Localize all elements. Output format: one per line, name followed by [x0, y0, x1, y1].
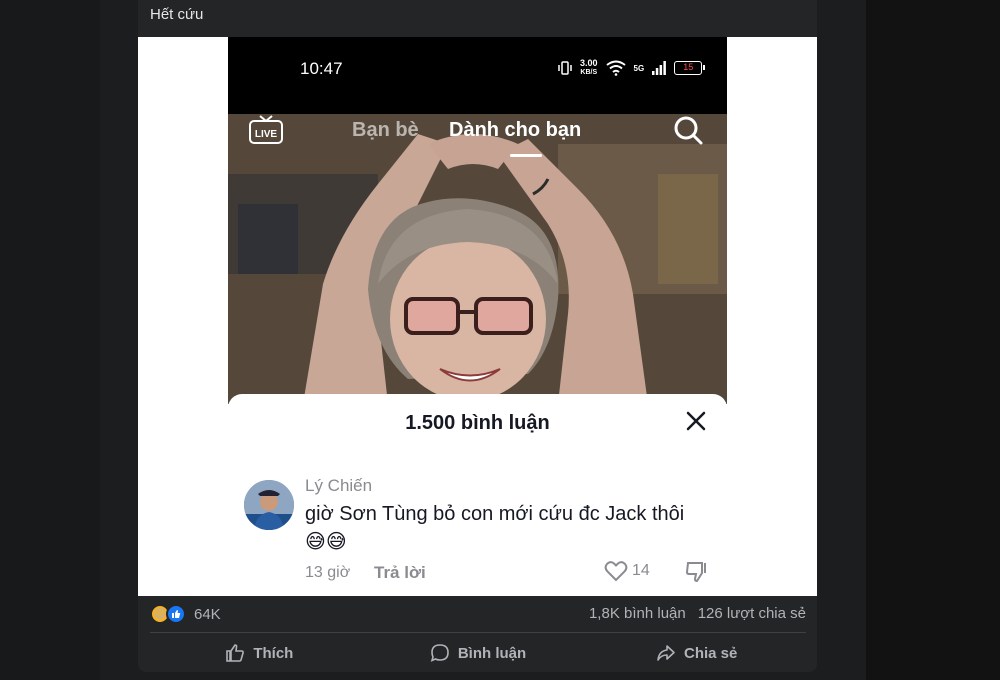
comment-username[interactable]: Lý Chiến — [305, 476, 372, 496]
tab-active-indicator — [510, 154, 542, 157]
net-speed-unit: KB/S — [580, 69, 598, 76]
net-speed: 3.00 KB/S — [580, 59, 598, 77]
status-icons: 3.00 KB/S 5G 15 — [558, 59, 706, 77]
post-actions: Thích Bình luận Chia sẻ — [150, 636, 806, 670]
comment-emoji: 😅😅 — [305, 531, 347, 553]
vibrate-icon — [558, 61, 572, 75]
comment-like-count: 14 — [632, 562, 650, 579]
tiktok-top-bar: LIVE Bạn bè Dành cho bạn — [228, 114, 727, 157]
thumbs-up-icon — [226, 644, 245, 662]
avatar[interactable] — [244, 480, 294, 530]
comments-count-title: 1.500 bình luận — [405, 412, 550, 434]
comment-button[interactable]: Bình luận — [369, 636, 588, 670]
tab-for-you[interactable]: Dành cho bạn — [449, 119, 581, 142]
like-label: Thích — [253, 644, 294, 662]
video-frame[interactable]: LIVE Bạn bè Dành cho bạn — [228, 114, 727, 404]
network-label: 5G — [633, 63, 645, 73]
comment-label: Bình luận — [457, 644, 527, 662]
reactions-summary[interactable]: 😆 64K — [150, 604, 221, 624]
like-button[interactable]: Thích — [150, 636, 369, 670]
reaction-count: 64K — [194, 605, 221, 623]
battery-icon: 15 — [674, 61, 706, 75]
net-speed-value: 3.00 — [580, 58, 598, 68]
left-background — [0, 0, 100, 680]
video-content-image — [228, 114, 727, 404]
share-arrow-icon — [657, 645, 675, 661]
share-button[interactable]: Chia sẻ — [587, 636, 806, 670]
dislike-icon[interactable] — [685, 560, 709, 584]
comment-time: 13 giờ — [305, 564, 351, 581]
avatar-image — [244, 480, 294, 530]
actions-divider — [150, 632, 806, 633]
share-count-link[interactable]: 126 lượt chia sẻ — [698, 605, 806, 622]
tab-friends[interactable]: Bạn bè — [352, 119, 419, 142]
close-icon[interactable] — [683, 408, 709, 434]
reply-button[interactable]: Trả lời — [374, 563, 426, 583]
like-reaction-icon — [166, 604, 186, 624]
signal-icon — [652, 61, 667, 75]
post-caption: Hết cứu — [150, 6, 204, 23]
phone-time: 10:47 — [300, 59, 343, 78]
comment-body: giờ Sơn Tùng bỏ con mới cứu đc Jack thôi… — [305, 500, 715, 556]
right-background — [866, 0, 1000, 680]
post-stats: 😆 64K 1,8K bình luận 126 lượt chia sẻ — [150, 604, 806, 626]
live-label: LIVE — [255, 129, 278, 140]
stats-right: 1,8K bình luận 126 lượt chia sẻ — [589, 605, 806, 622]
wifi-icon — [605, 60, 626, 76]
comment-like-button[interactable]: 14 — [604, 560, 650, 582]
phone-screenshot: 10:47 3.00 KB/S 5G 15 LIVE Bạn bè Dành c… — [228, 37, 727, 596]
heart-icon — [604, 561, 628, 582]
phone-status-bar: 10:47 3.00 KB/S 5G 15 — [228, 37, 727, 114]
comments-sheet: 1.500 bình luận Lý Chiến giờ Sơn Tùng bỏ… — [228, 394, 727, 596]
live-tv-icon[interactable]: LIVE — [248, 114, 284, 146]
search-icon[interactable] — [672, 114, 704, 146]
comment-bubble-icon — [430, 644, 449, 662]
comment-count-link[interactable]: 1,8K bình luận — [589, 605, 686, 622]
comment-text: giờ Sơn Tùng bỏ con mới cứu đc Jack thôi — [305, 503, 685, 525]
share-label: Chia sẻ — [684, 644, 738, 662]
